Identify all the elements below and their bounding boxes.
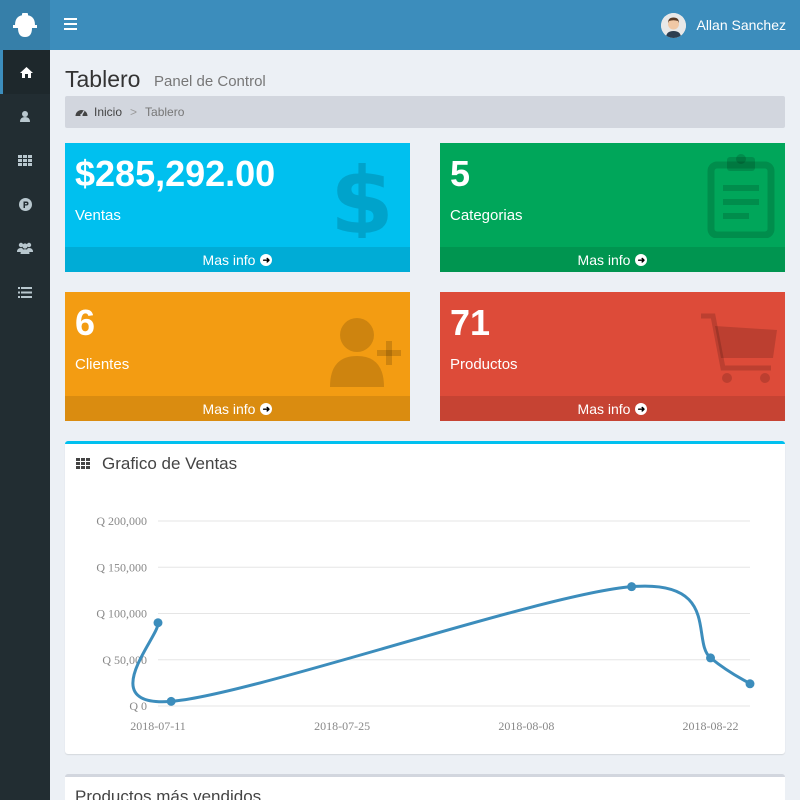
sales-label: Ventas <box>75 207 121 224</box>
x-tick-label: 2018-07-11 <box>130 719 186 733</box>
x-tick-label: 2018-08-08 <box>498 719 554 733</box>
y-tick-label: Q 200,000 <box>96 514 147 528</box>
svg-text:$: $ <box>330 153 394 238</box>
clipboard-icon <box>707 154 775 238</box>
users-icon <box>17 242 33 254</box>
y-tick-label: Q 0 <box>129 699 147 713</box>
arrow-circle-right-icon: ➜ <box>635 253 648 266</box>
list-icon <box>18 286 32 298</box>
hardhat-icon <box>13 13 37 37</box>
breadcrumb-home-link[interactable]: Inicio <box>94 105 122 119</box>
sales-line <box>131 584 751 704</box>
sales-line-chart: Q 0Q 50,000Q 100,000Q 150,000Q 200,00020… <box>96 514 755 733</box>
user-name: Allan Sanchez <box>696 17 786 33</box>
sidebar-toggle-icon[interactable] <box>64 18 77 30</box>
clients-more-info-link[interactable]: Mas info ➜ <box>65 396 410 421</box>
sidebar-item-products[interactable] <box>0 182 50 226</box>
products-label: Productos <box>450 356 518 373</box>
arrow-circle-right-icon: ➜ <box>260 253 273 266</box>
categories-box: 5 Categorias Mas info ➜ <box>440 143 785 272</box>
categories-more-info-link[interactable]: Mas info ➜ <box>440 247 785 272</box>
x-tick-label: 2018-07-25 <box>314 719 370 733</box>
page-title: Tablero <box>65 66 141 92</box>
user-icon <box>20 110 30 122</box>
sidebar <box>0 0 50 800</box>
more-info-label: Mas info <box>577 400 631 417</box>
logo[interactable] <box>0 0 50 50</box>
more-info-label: Mas info <box>202 251 256 268</box>
top-products-panel: Productos más vendidos <box>65 774 785 800</box>
breadcrumb-current: Tablero <box>145 105 185 119</box>
top-navbar: Allan Sanchez <box>50 0 800 50</box>
sidebar-item-user[interactable] <box>0 94 50 138</box>
more-info-label: Mas info <box>202 400 256 417</box>
sidebar-item-users[interactable] <box>0 226 50 270</box>
sidebar-item-list[interactable] <box>0 270 50 314</box>
sales-more-info-link[interactable]: Mas info ➜ <box>65 247 410 272</box>
sidebar-item-grid[interactable] <box>0 138 50 182</box>
avatar <box>661 12 687 38</box>
dollar-icon: $ <box>330 153 394 238</box>
y-tick-label: Q 150,000 <box>96 560 147 574</box>
user-menu[interactable]: Allan Sanchez <box>661 12 786 38</box>
data-point <box>706 653 716 663</box>
page-subtitle: Panel de Control <box>154 73 266 90</box>
top-products-title: Productos más vendidos <box>75 787 262 800</box>
sales-value: $285,292.00 <box>75 153 276 194</box>
y-tick-label: Q 100,000 <box>96 607 147 621</box>
user-plus-icon <box>330 318 401 387</box>
more-info-label: Mas info <box>577 251 631 268</box>
categories-label: Categorias <box>450 207 523 224</box>
th-icon <box>18 154 32 166</box>
sidebar-item-home[interactable] <box>0 50 50 94</box>
data-point <box>166 696 176 706</box>
sales-box: $285,292.00 Ventas $ Mas info ➜ <box>65 143 410 272</box>
home-icon <box>20 66 33 78</box>
clients-value: 6 <box>75 302 96 343</box>
categories-value: 5 <box>450 153 471 194</box>
data-point <box>627 582 637 592</box>
x-tick-label: 2018-08-22 <box>683 719 739 733</box>
products-box: 71 Productos Mas info ➜ <box>440 292 785 421</box>
data-point <box>745 679 755 689</box>
arrow-circle-right-icon: ➜ <box>260 402 273 415</box>
cart-icon <box>701 313 777 383</box>
clients-box: 6 Clientes Mas info ➜ <box>65 292 410 421</box>
products-value: 71 <box>450 302 491 343</box>
data-point <box>153 618 163 628</box>
sales-chart-panel: Grafico de Ventas Q 0Q 50,000 Q 100,000 Q … <box>65 441 785 754</box>
breadcrumb-separator: > <box>130 105 138 119</box>
products-more-info-link[interactable]: Mas info ➜ <box>440 396 785 421</box>
clients-label: Clientes <box>75 356 130 373</box>
dashboard-icon <box>75 110 88 117</box>
arrow-circle-right-icon: ➜ <box>635 402 648 415</box>
breadcrumb: Inicio > Tablero <box>65 96 785 128</box>
product-icon <box>18 197 32 211</box>
